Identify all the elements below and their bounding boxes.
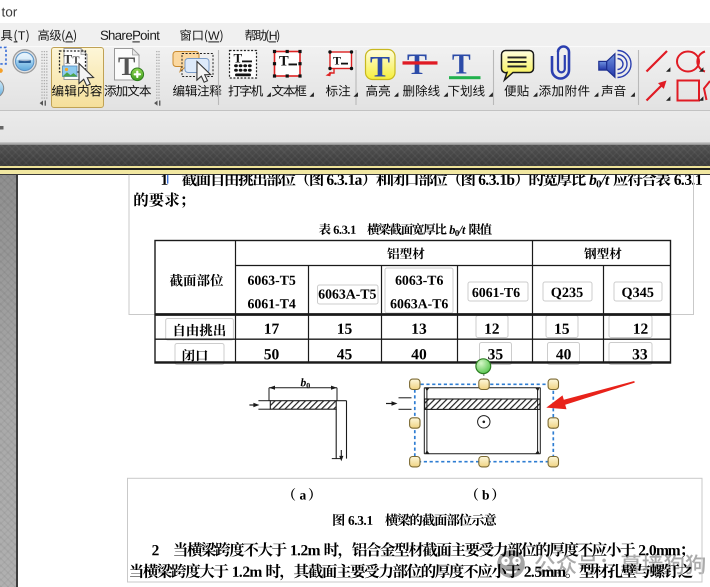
svg-text:T: T [333, 54, 341, 68]
svg-text:T: T [370, 51, 390, 84]
svg-text:T: T [452, 50, 471, 81]
svg-text:T: T [279, 54, 289, 70]
svg-text:T: T [64, 52, 73, 67]
svg-text:T: T [234, 51, 243, 66]
